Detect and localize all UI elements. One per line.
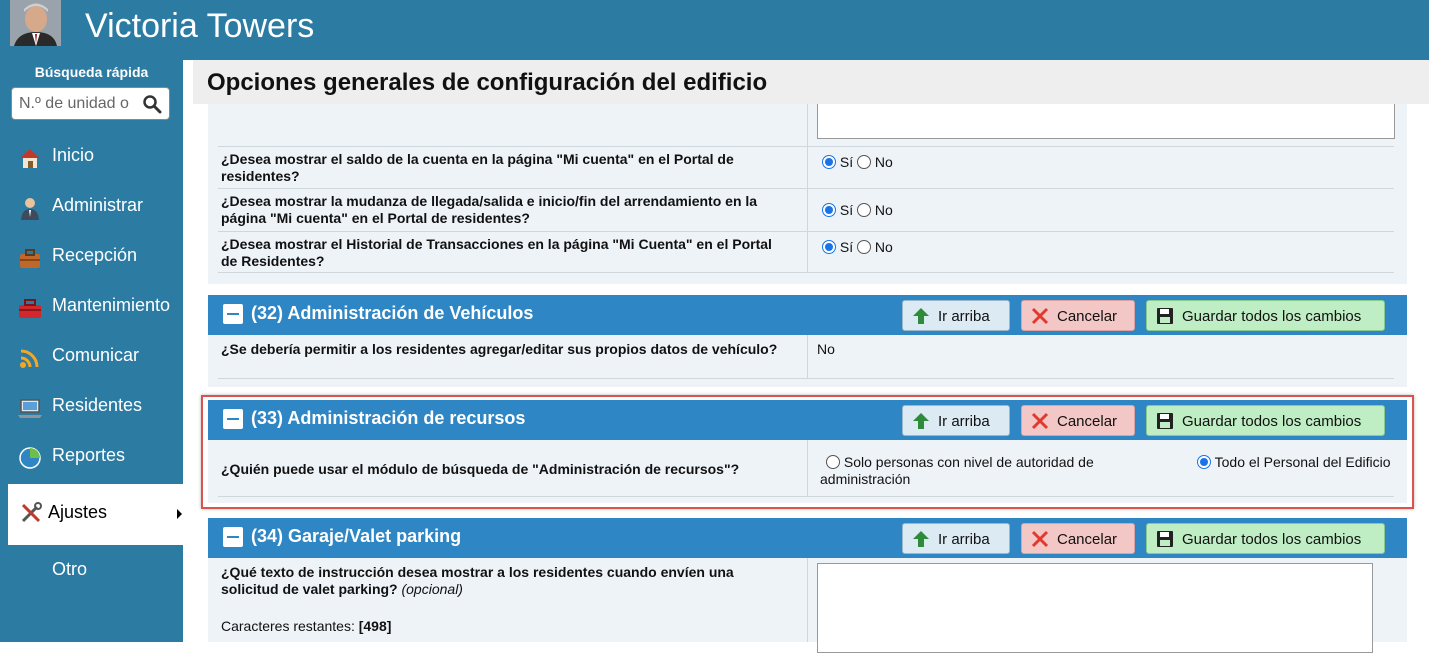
- radio-group: Sí No: [822, 239, 893, 255]
- button-label: Cancelar: [1057, 308, 1118, 325]
- button-label: Guardar todos los cambios: [1182, 531, 1362, 548]
- button-label: Ir arriba: [938, 308, 990, 325]
- radio-group: Sí No: [822, 202, 893, 218]
- sidebar-item-recepcion[interactable]: Recepción: [0, 232, 183, 282]
- radio-yes[interactable]: [822, 203, 836, 217]
- quick-search-input[interactable]: [19, 94, 139, 114]
- floppy-disk-icon: [1156, 530, 1174, 548]
- sidebar-item-label: Administrar: [52, 195, 144, 215]
- page-title: Opciones generales de configuración del …: [207, 69, 768, 96]
- chevron-right-icon: [177, 509, 182, 519]
- sidebar-item-inicio[interactable]: Inicio: [0, 132, 183, 182]
- text-area[interactable]: [817, 104, 1395, 139]
- row-divider: [218, 146, 1394, 147]
- sidebar-item-residentes[interactable]: Residentes: [0, 382, 183, 432]
- cancel-button[interactable]: Cancelar: [1021, 300, 1135, 331]
- toolbox-icon: [17, 295, 43, 321]
- chars-remaining: Caracteres restantes: [498]: [221, 618, 391, 634]
- radio-label: Sí: [839, 154, 854, 170]
- sidebar: Búsqueda rápida Inicio Administrar Recep…: [0, 60, 183, 642]
- radio-yes[interactable]: [822, 240, 836, 254]
- chars-remaining-label: Caracteres restantes:: [221, 618, 355, 634]
- go-top-button[interactable]: Ir arriba: [902, 523, 1010, 554]
- floppy-disk-icon: [1156, 307, 1174, 325]
- highlight-box: [201, 395, 1414, 509]
- person-icon: [17, 195, 43, 221]
- button-label: Cancelar: [1057, 531, 1118, 548]
- briefcase-icon: [17, 245, 43, 271]
- laptop-icon: [17, 395, 43, 421]
- close-icon: [1031, 530, 1049, 548]
- sidebar-item-label: Mantenimiento: [52, 295, 171, 315]
- pie-chart-icon: [17, 445, 43, 471]
- section-title: (34) Garaje/Valet parking: [251, 526, 462, 546]
- quick-search-box: [11, 87, 170, 120]
- arrow-up-icon: [912, 307, 930, 325]
- radio-label: Sí: [839, 239, 854, 255]
- question-text: ¿Se debería permitir a los residentes ag…: [221, 341, 778, 357]
- column-divider: [807, 558, 808, 642]
- row-divider: [218, 378, 1394, 379]
- quick-search-label: Búsqueda rápida: [34, 64, 149, 80]
- avatar: [10, 0, 61, 46]
- top-header: Victoria Towers: [0, 0, 1429, 60]
- row-divider: [218, 231, 1394, 232]
- wifi-icon: [17, 345, 43, 371]
- radio-no[interactable]: [857, 155, 872, 169]
- radio-group: Sí No: [822, 154, 893, 170]
- row-divider: [218, 188, 1394, 189]
- house-icon: [17, 145, 43, 171]
- collapse-icon[interactable]: [223, 304, 243, 324]
- go-top-button[interactable]: Ir arriba: [902, 300, 1010, 331]
- sidebar-item-administrar[interactable]: Administrar: [0, 182, 183, 232]
- collapse-icon[interactable]: [223, 527, 243, 547]
- close-icon: [1031, 307, 1049, 325]
- radio-label: Sí: [839, 202, 854, 218]
- save-all-button[interactable]: Guardar todos los cambios: [1146, 523, 1385, 554]
- answer-value: No: [817, 341, 835, 357]
- section-header-vehicles: (32) Administración de Vehículos Ir arri…: [208, 295, 1407, 335]
- arrow-up-icon: [912, 530, 930, 548]
- button-label: Guardar todos los cambios: [1182, 308, 1362, 325]
- sidebar-item-label: Ajustes: [48, 502, 108, 522]
- search-icon[interactable]: [142, 94, 162, 114]
- sidebar-item-label: Reportes: [52, 445, 126, 465]
- sidebar-item-ajustes[interactable]: Ajustes: [8, 484, 183, 545]
- question-text: ¿Qué texto de instrucción desea mostrar …: [221, 564, 791, 598]
- sidebar-item-label: Recepción: [52, 245, 138, 265]
- sidebar-item-comunicar[interactable]: Comunicar: [0, 332, 183, 382]
- save-all-button[interactable]: Guardar todos los cambios: [1146, 300, 1385, 331]
- valet-instructions-textarea[interactable]: [817, 563, 1373, 653]
- radio-no[interactable]: [857, 203, 872, 217]
- radio-label: No: [874, 202, 893, 218]
- sidebar-item-label: Inicio: [52, 145, 95, 165]
- sidebar-item-label: Comunicar: [52, 345, 140, 365]
- column-divider: [807, 335, 808, 378]
- section-title: (32) Administración de Vehículos: [251, 303, 534, 323]
- cancel-button[interactable]: Cancelar: [1021, 523, 1135, 554]
- row-divider: [218, 272, 1394, 273]
- button-label: Ir arriba: [938, 531, 990, 548]
- radio-label: No: [874, 154, 893, 170]
- question-text: ¿Desea mostrar la mudanza de llegada/sal…: [221, 193, 758, 226]
- app-title: Victoria Towers: [85, 7, 315, 45]
- sidebar-item-otro[interactable]: Otro: [0, 546, 183, 596]
- tools-icon: [19, 501, 45, 527]
- chars-remaining-value: [498]: [358, 618, 392, 634]
- question-text: ¿Desea mostrar el Historial de Transacci…: [221, 236, 772, 269]
- radio-no[interactable]: [857, 240, 872, 254]
- sidebar-item-mantenimiento[interactable]: Mantenimiento: [0, 282, 183, 332]
- page-title-bar: Opciones generales de configuración del …: [193, 60, 1429, 104]
- radio-yes[interactable]: [822, 155, 836, 169]
- question-main: ¿Qué texto de instrucción desea mostrar …: [221, 564, 734, 597]
- optional-label: (opcional): [401, 581, 463, 597]
- sidebar-item-label: Otro: [52, 559, 88, 579]
- section-header-valet: (34) Garaje/Valet parking Ir arriba Canc…: [208, 518, 1407, 558]
- radio-label: No: [874, 239, 893, 255]
- question-text: ¿Desea mostrar el saldo de la cuenta en …: [221, 151, 734, 184]
- sidebar-item-label: Residentes: [52, 395, 143, 415]
- sidebar-item-reportes[interactable]: Reportes: [0, 432, 183, 482]
